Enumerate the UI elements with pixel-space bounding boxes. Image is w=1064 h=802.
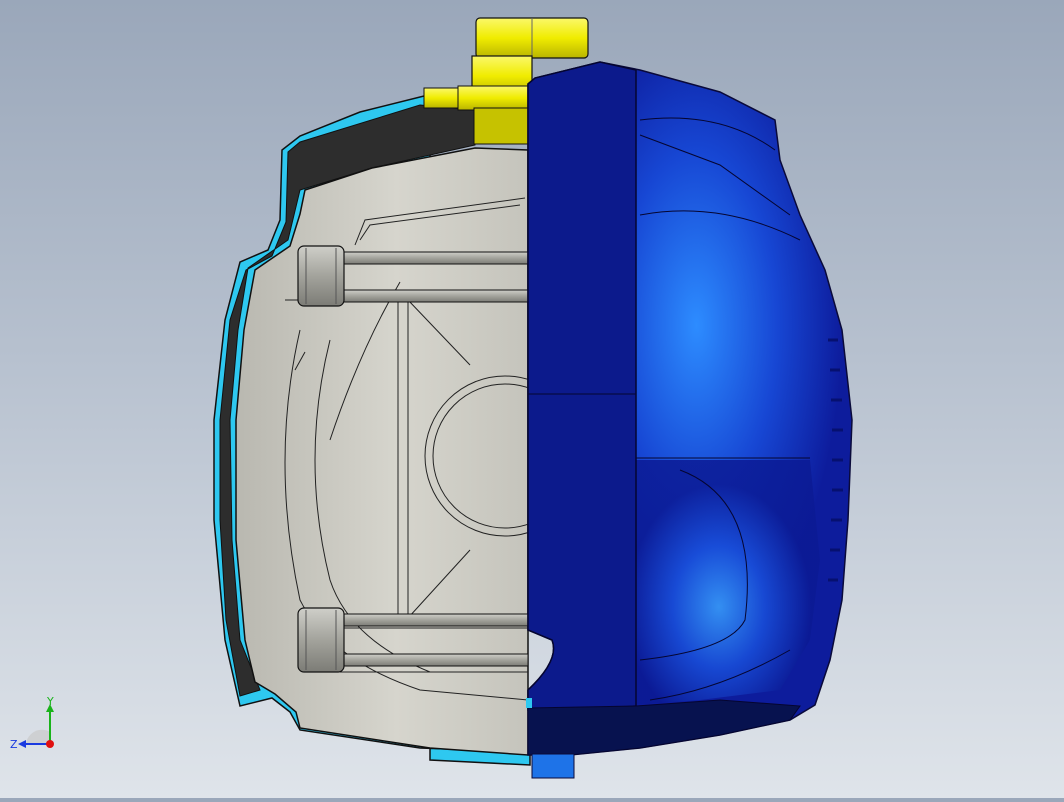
x-axis-dot — [46, 740, 54, 748]
blue-cover-lower-glow — [636, 460, 820, 705]
axis-triad[interactable]: Y Z — [6, 696, 70, 760]
bottom-tab[interactable] — [531, 753, 575, 779]
y-axis-label: Y — [46, 696, 54, 708]
cover-front-plate[interactable] — [527, 61, 637, 713]
model-view[interactable] — [0, 0, 1064, 798]
cad-graphics-area[interactable]: Y Z — [0, 0, 1064, 798]
z-axis-label: Z — [10, 738, 18, 751]
seam-marker — [526, 698, 532, 708]
triad-base — [26, 729, 50, 744]
z-axis-arrow-icon — [18, 740, 26, 748]
cover-bottom-band — [527, 699, 801, 756]
